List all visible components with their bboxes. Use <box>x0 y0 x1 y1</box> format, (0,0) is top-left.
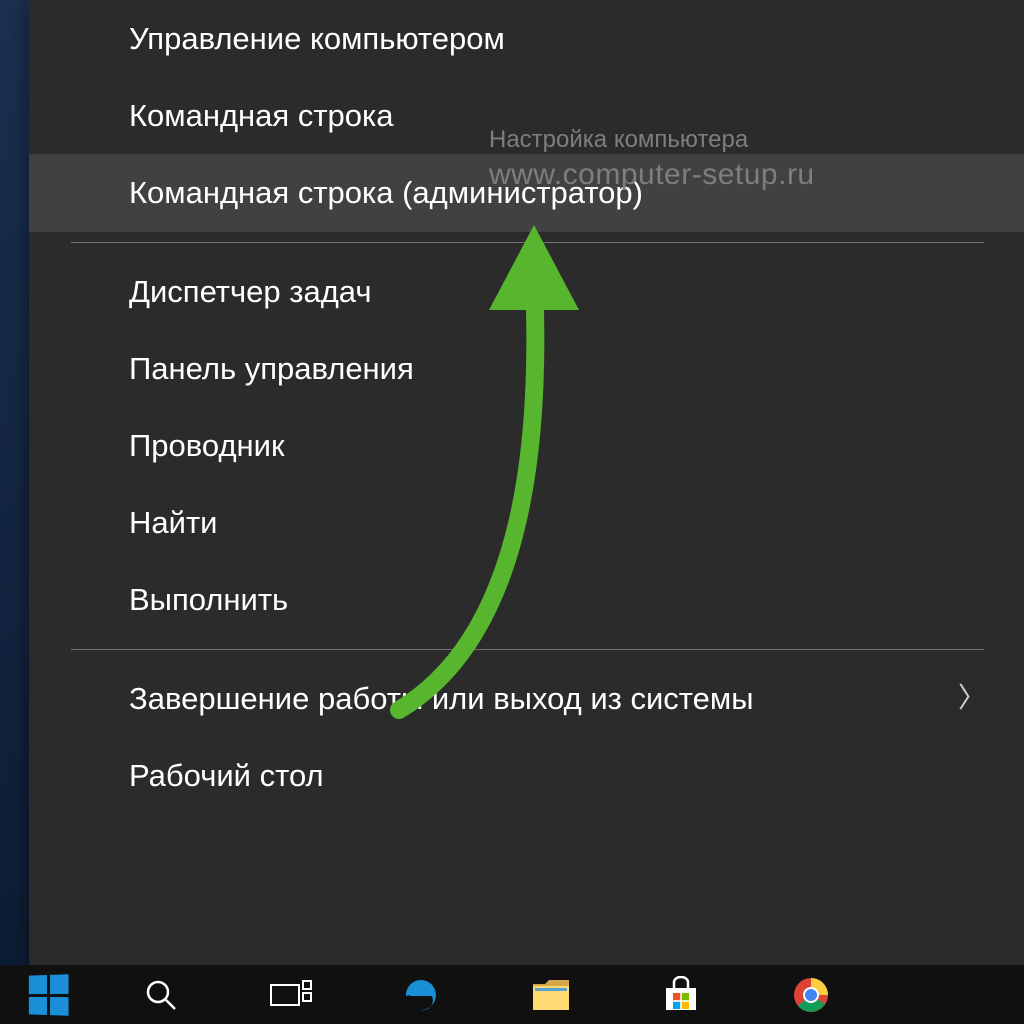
taskbar-chrome-button[interactable] <box>746 965 876 1024</box>
taskbar-explorer-button[interactable] <box>486 965 616 1024</box>
menu-item-file-explorer[interactable]: Проводник <box>29 407 1024 484</box>
menu-item-label: Диспетчер задач <box>129 273 372 310</box>
menu-item-label: Командная строка <box>129 97 393 134</box>
menu-item-search[interactable]: Найти <box>29 484 1024 561</box>
search-icon <box>143 977 179 1013</box>
menu-item-control-panel[interactable]: Панель управления <box>29 330 1024 407</box>
edge-icon <box>402 976 440 1014</box>
menu-item-label: Панель управления <box>129 350 414 387</box>
menu-item-label: Командная строка (администратор) <box>129 174 643 211</box>
menu-separator <box>71 242 984 243</box>
menu-item-task-manager[interactable]: Диспетчер задач <box>29 253 1024 330</box>
taskbar-store-button[interactable] <box>616 965 746 1024</box>
menu-item-run[interactable]: Выполнить <box>29 561 1024 638</box>
menu-item-computer-management[interactable]: Управление компьютером <box>29 0 1024 77</box>
task-view-icon <box>269 979 313 1011</box>
menu-item-label: Найти <box>129 504 217 541</box>
menu-item-command-prompt-admin[interactable]: Командная строка (администратор) <box>29 154 1024 231</box>
winx-context-menu: Управление компьютером Командная строка … <box>29 0 1024 965</box>
menu-item-label: Управление компьютером <box>129 20 505 57</box>
folder-icon <box>531 978 571 1012</box>
taskbar-start-button[interactable] <box>0 965 96 1024</box>
menu-item-desktop[interactable]: Рабочий стол <box>29 737 1024 814</box>
chevron-right-icon: 〉 <box>958 681 986 715</box>
chrome-icon <box>792 976 830 1014</box>
taskbar-search-button[interactable] <box>96 965 226 1024</box>
menu-item-label: Завершение работы или выход из системы <box>129 680 754 717</box>
taskbar-edge-button[interactable] <box>356 965 486 1024</box>
taskbar-task-view-button[interactable] <box>226 965 356 1024</box>
menu-item-command-prompt[interactable]: Командная строка <box>29 77 1024 154</box>
taskbar <box>0 965 1024 1024</box>
menu-item-label: Рабочий стол <box>129 757 324 794</box>
store-icon <box>662 976 700 1014</box>
windows-logo-icon <box>29 974 69 1015</box>
menu-item-label: Выполнить <box>129 581 288 618</box>
desktop-background-strip <box>0 0 30 965</box>
menu-item-shutdown-signout[interactable]: Завершение работы или выход из системы 〉 <box>29 660 1024 737</box>
menu-item-label: Проводник <box>129 427 285 464</box>
menu-separator <box>71 649 984 650</box>
